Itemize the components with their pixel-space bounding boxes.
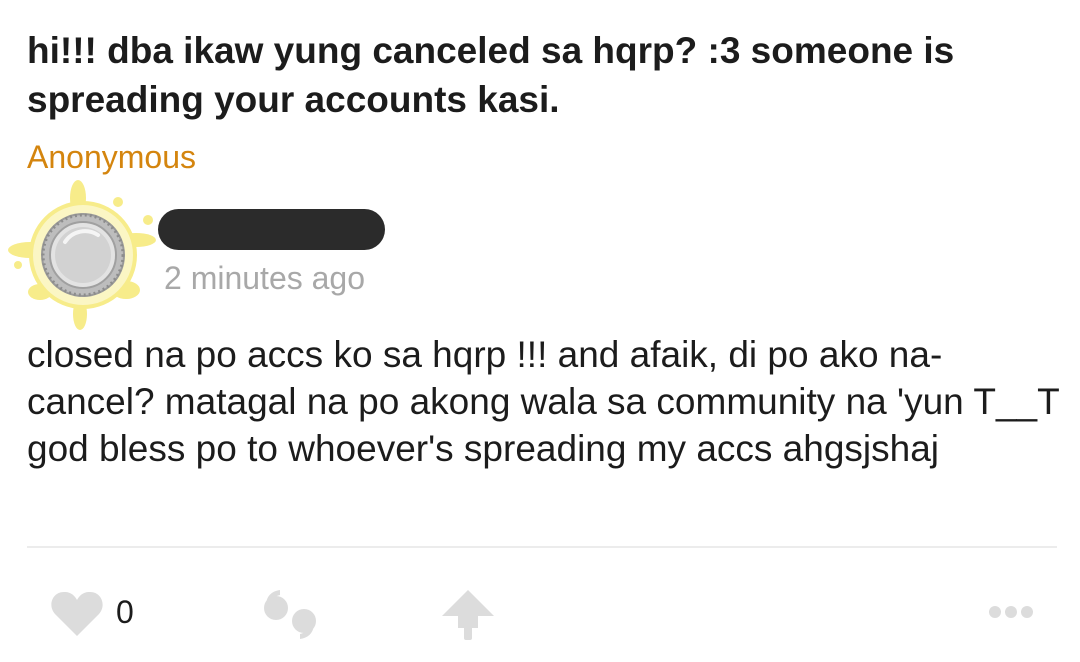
quote-icon [264,590,316,639]
username-redacted [158,209,385,250]
asker-name[interactable]: Anonymous [27,137,196,177]
like-button[interactable] [50,590,104,638]
share-arrow-icon [442,590,494,640]
more-options-button[interactable] [988,604,1034,620]
coin-avatar-icon [8,180,156,330]
quote-button[interactable] [262,590,320,640]
question-text: hi!!! dba ikaw yung canceled sa hqrp? :3… [27,30,955,120]
answer-text: closed na po accs ko sa hqrp !!! and afa… [27,334,1060,469]
share-button[interactable] [440,588,496,640]
more-dots-icon [989,606,1033,618]
like-count: 0 [116,594,134,630]
heart-icon [51,591,103,636]
divider [27,546,1057,548]
answer-timestamp: 2 minutes ago [164,260,366,296]
avatar[interactable] [8,180,158,330]
